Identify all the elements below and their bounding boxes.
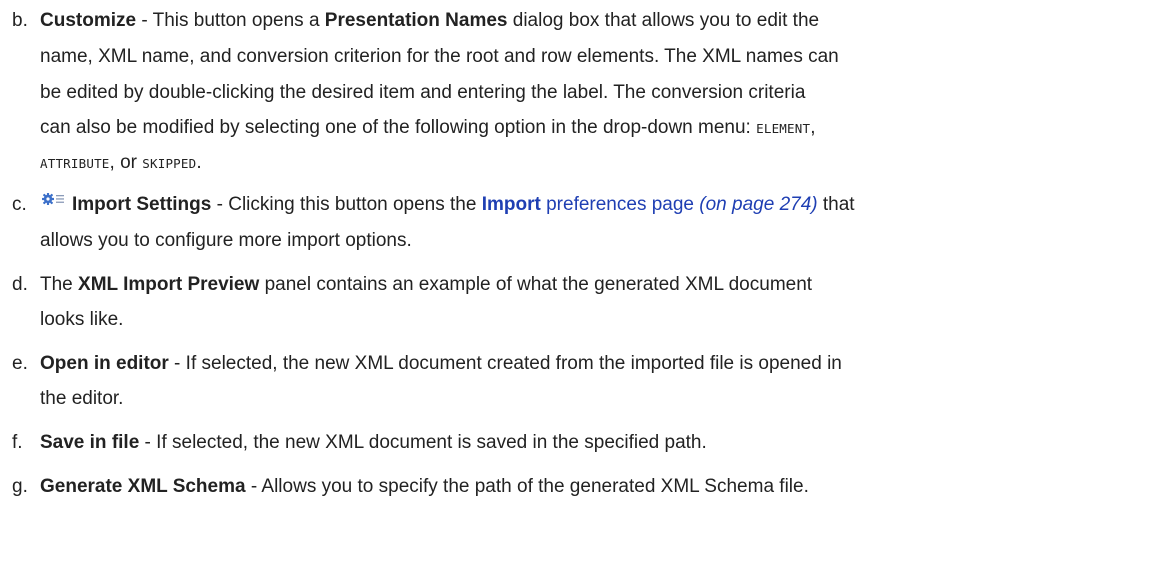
list-item-line: name, XML name, and conversion criterion…: [40, 46, 839, 67]
term-generate-xml-schema: Generate XML Schema: [40, 476, 246, 497]
body-text: that: [817, 194, 855, 215]
document-page: b. Customize - This button opens a Presen…: [0, 0, 1176, 587]
option-attribute: ATTRIBUTE: [40, 156, 110, 171]
import-link[interactable]: Import: [482, 194, 541, 215]
list-item-line: f. Save in file - If selected, the new XM…: [12, 426, 707, 460]
list-item-line: ATTRIBUTE, or SKIPPED.: [40, 146, 202, 180]
term-presentation-names: Presentation Names: [324, 10, 508, 31]
body-text: - If selected, the new XML document is s…: [139, 432, 707, 453]
settings-icon: [40, 189, 66, 207]
body-text: panel contains an example of what the ge…: [259, 274, 813, 295]
list-item-line: g. Generate XML Schema - Allows you to sp…: [12, 470, 809, 504]
body-text: - If selected, the new XML document crea…: [168, 353, 842, 374]
body-text: - Allows you to specify the path of the …: [245, 476, 809, 497]
body-text: dialog box that allows you to edit the: [507, 10, 820, 31]
body-text: - This button opens a: [136, 10, 325, 31]
list-marker: e.: [12, 353, 28, 374]
option-skipped: SKIPPED: [142, 156, 197, 171]
page-reference[interactable]: (on page 274): [694, 194, 817, 215]
term-xml-import-preview: XML Import Preview: [78, 274, 260, 295]
list-item-line: e. Open in editor - If selected, the new …: [12, 347, 842, 381]
body-text: can also be modified by selecting one of…: [40, 117, 757, 138]
list-item-line: looks like.: [40, 309, 124, 330]
body-text: .: [196, 152, 202, 173]
list-marker: c.: [12, 194, 27, 215]
list-item-line: c. Import Settings - Clicking this butto…: [12, 188, 855, 222]
list-marker: b.: [12, 10, 28, 31]
body-text: The: [40, 274, 79, 295]
list-item-line: d. The XML Import Preview panel contains …: [12, 268, 812, 302]
term-save-in-file: Save in file: [40, 432, 140, 453]
list-marker: f.: [12, 432, 23, 453]
list-marker: g.: [12, 476, 28, 497]
body-text: , or: [109, 152, 143, 173]
body-text: ,: [810, 117, 816, 138]
preferences-page-link[interactable]: preferences page: [541, 194, 694, 215]
list-item-line: the editor.: [40, 388, 124, 409]
term-open-in-editor: Open in editor: [40, 353, 169, 374]
list-marker: d.: [12, 274, 28, 295]
term-import-settings: Import Settings: [72, 194, 212, 215]
option-element: ELEMENT: [756, 121, 811, 136]
list-item-line: can also be modified by selecting one of…: [40, 111, 816, 145]
list-item-line: be edited by double-clicking the desired…: [40, 82, 806, 103]
list-item-line: b. Customize - This button opens a Presen…: [12, 4, 819, 38]
term-customize: Customize: [40, 10, 137, 31]
body-text: - Clicking this button opens the: [211, 194, 482, 215]
list-item-line: allows you to configure more import opti…: [40, 230, 412, 251]
